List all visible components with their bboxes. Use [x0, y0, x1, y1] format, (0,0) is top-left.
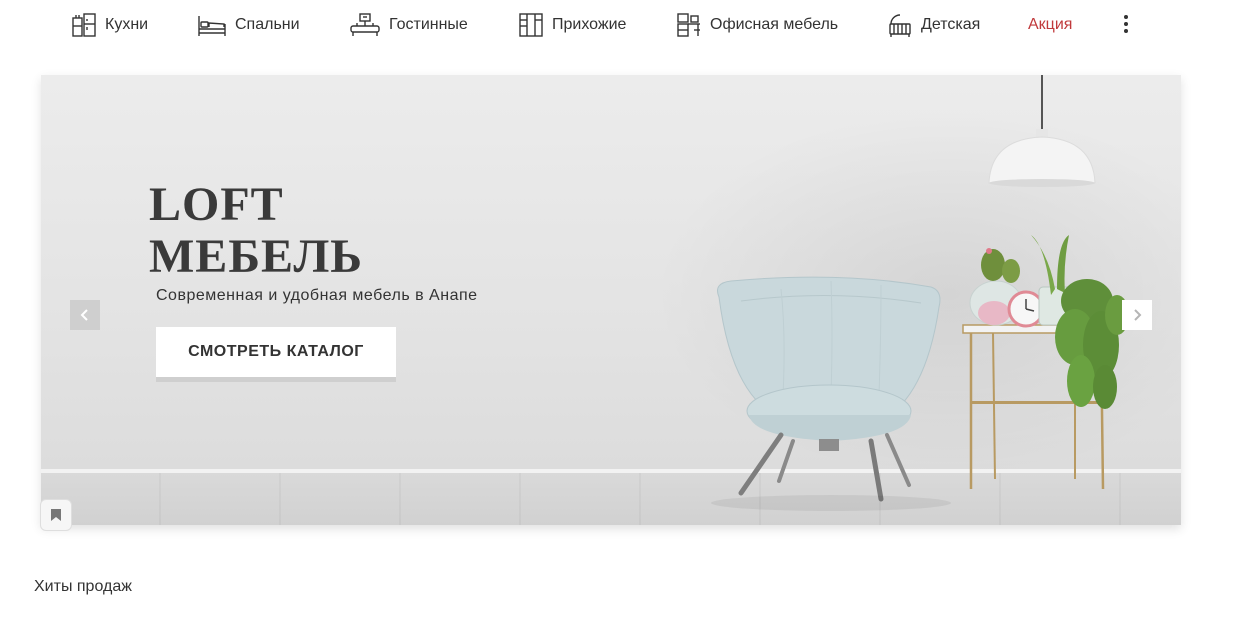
- kitchen-icon: [71, 12, 97, 38]
- category-nav: Кухни Спальни Гостинные Прихожие Офисная…: [0, 0, 1238, 52]
- nav-item-living-rooms[interactable]: Гостинные: [349, 10, 468, 40]
- armchair: [711, 276, 951, 511]
- crib-icon: [887, 12, 913, 38]
- bookmark-button[interactable]: [40, 499, 72, 531]
- hero-title: LOFT МЕБЕЛЬ: [149, 179, 509, 283]
- nav-item-kitchens[interactable]: Кухни: [71, 10, 148, 40]
- hero-title-line-1: LOFT: [149, 178, 284, 231]
- bed-icon: [197, 12, 227, 38]
- office-furniture-icon: [676, 12, 702, 38]
- chevron-left-icon: [80, 309, 88, 321]
- nav-item-bedrooms[interactable]: Спальни: [197, 10, 300, 40]
- nav-label: Кухни: [105, 16, 149, 33]
- more-vertical-icon[interactable]: [1115, 12, 1137, 36]
- nav-label: Детская: [921, 16, 981, 33]
- view-catalog-button[interactable]: СМОТРЕТЬ КАТАЛОГ: [156, 327, 396, 382]
- nav-item-office-furniture[interactable]: Офисная мебель: [676, 10, 838, 40]
- nav-item-promo[interactable]: Акция: [1028, 10, 1072, 40]
- nav-item-kids[interactable]: Детская: [887, 10, 980, 40]
- nav-label: Спальни: [235, 16, 300, 33]
- nav-label: Прихожие: [552, 16, 627, 33]
- slider-prev-button[interactable]: [70, 300, 100, 330]
- hero-subtitle: Современная и удобная мебель в Анапе: [156, 287, 478, 304]
- nav-label: Гостинные: [389, 16, 468, 33]
- hero-title-line-2: МЕБЕЛЬ: [149, 230, 363, 283]
- chevron-right-icon: [1134, 309, 1142, 321]
- wardrobe-icon: [518, 12, 544, 38]
- hero-slider: LOFT МЕБЕЛЬ Современная и удобная мебель…: [41, 75, 1181, 525]
- table-decor: [969, 248, 1072, 328]
- living-room-icon: [349, 12, 381, 38]
- nav-item-hallways[interactable]: Прихожие: [518, 10, 626, 40]
- bestsellers-heading: Хиты продаж: [34, 578, 132, 595]
- bookmark-icon: [51, 509, 61, 521]
- nav-label: Офисная мебель: [710, 16, 839, 33]
- slider-next-button[interactable]: [1122, 300, 1152, 330]
- pendant-lamp: [988, 75, 1096, 187]
- promo-label: Акция: [1028, 16, 1073, 33]
